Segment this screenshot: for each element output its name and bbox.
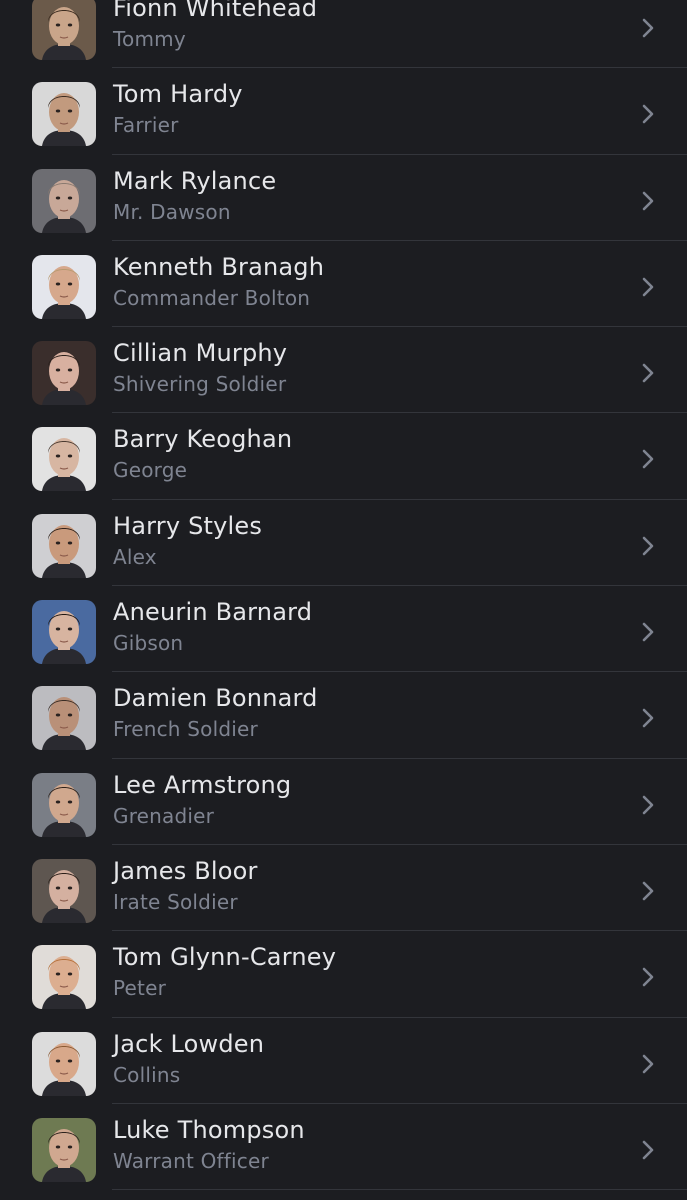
character-name: Commander Bolton — [113, 285, 311, 310]
actor-photo — [32, 0, 96, 60]
actor-name: James Bloor — [113, 856, 258, 885]
cast-row[interactable]: Tom Hardy Farrier — [0, 68, 687, 155]
actor-name: Barry Keoghan — [113, 425, 293, 454]
character-name: Mr. Dawson — [113, 199, 231, 224]
character-name: French Soldier — [113, 717, 258, 742]
character-name: Gibson — [113, 631, 184, 656]
actor-photo — [32, 686, 96, 751]
actor-name: Kenneth Branagh — [113, 252, 325, 281]
cast-row[interactable]: Fionn Whitehead Tommy — [0, 0, 687, 69]
row-divider — [112, 1189, 687, 1191]
chevron-right-icon[interactable] — [640, 794, 656, 816]
character-name: George — [113, 458, 188, 483]
character-name: Collins — [113, 1062, 181, 1087]
actor-photo — [32, 1117, 96, 1182]
character-name: Irate Soldier — [113, 889, 238, 914]
actor-name: Lee Armstrong — [113, 770, 292, 799]
chevron-right-icon[interactable] — [640, 1139, 656, 1161]
chevron-right-icon[interactable] — [640, 276, 656, 298]
actor-name: Tom Glynn-Carney — [113, 943, 337, 972]
chevron-right-icon[interactable] — [640, 362, 656, 384]
cast-row[interactable]: Harry Styles Alex — [0, 500, 687, 587]
cast-row[interactable]: Mark Rylance Mr. Dawson — [0, 155, 687, 241]
chevron-right-icon[interactable] — [640, 535, 656, 557]
actor-name: Jack Lowden — [113, 1029, 265, 1058]
actor-photo — [32, 1031, 96, 1096]
actor-photo — [32, 341, 96, 406]
cast-row[interactable]: Jack Lowden Collins — [0, 1018, 687, 1104]
actor-photo — [32, 254, 96, 319]
character-name: Farrier — [113, 113, 179, 138]
chevron-right-icon[interactable] — [640, 17, 656, 39]
chevron-right-icon[interactable] — [640, 966, 656, 988]
cast-row[interactable]: Aneurin Barnard Gibson — [0, 586, 687, 673]
cast-row[interactable]: James Bloor Irate Soldier — [0, 845, 687, 932]
cast-row[interactable]: Luke Thompson Warrant Officer — [0, 1104, 687, 1191]
cast-row[interactable]: Lee Armstrong Grenadier — [0, 759, 687, 845]
chevron-right-icon[interactable] — [640, 1053, 656, 1075]
actor-photo — [32, 168, 96, 233]
cast-row[interactable]: Damien Bonnard French Soldier — [0, 672, 687, 759]
actor-photo — [32, 858, 96, 923]
actor-name: Luke Thompson — [113, 1115, 305, 1144]
cast-row[interactable]: Cillian Murphy Shivering Soldier — [0, 327, 687, 414]
chevron-right-icon[interactable] — [640, 880, 656, 902]
character-name: Alex — [113, 544, 157, 569]
actor-name: Damien Bonnard — [113, 684, 318, 713]
character-name: Grenadier — [113, 803, 215, 828]
character-name: Warrant Officer — [113, 1148, 269, 1173]
character-name: Shivering Soldier — [113, 372, 287, 397]
actor-photo — [32, 600, 96, 665]
actor-photo — [32, 427, 96, 492]
character-name: Peter — [113, 976, 167, 1001]
actor-name: Tom Hardy — [113, 80, 243, 109]
chevron-right-icon[interactable] — [640, 190, 656, 212]
character-name: Tommy — [113, 27, 186, 51]
cast-row[interactable]: Kenneth Branagh Commander Bolton — [0, 241, 687, 328]
actor-photo — [32, 945, 96, 1010]
chevron-right-icon[interactable] — [640, 448, 656, 470]
cast-row[interactable]: Tom Glynn-Carney Peter — [0, 931, 687, 1018]
actor-name: Fionn Whitehead — [113, 0, 318, 22]
chevron-right-icon[interactable] — [640, 103, 656, 125]
actor-name: Mark Rylance — [113, 166, 277, 195]
actor-name: Cillian Murphy — [113, 339, 288, 368]
actor-photo — [32, 772, 96, 837]
chevron-right-icon[interactable] — [640, 707, 656, 729]
actor-photo — [32, 513, 96, 578]
actor-name: Aneurin Barnard — [113, 598, 313, 627]
chevron-right-icon[interactable] — [640, 621, 656, 643]
actor-photo — [32, 82, 96, 147]
actor-name: Harry Styles — [113, 511, 263, 540]
cast-list: Fionn Whitehead Tommy Tom Hardy Farrier Mark… — [0, 0, 687, 1191]
cast-row[interactable]: Barry Keoghan George — [0, 413, 687, 500]
